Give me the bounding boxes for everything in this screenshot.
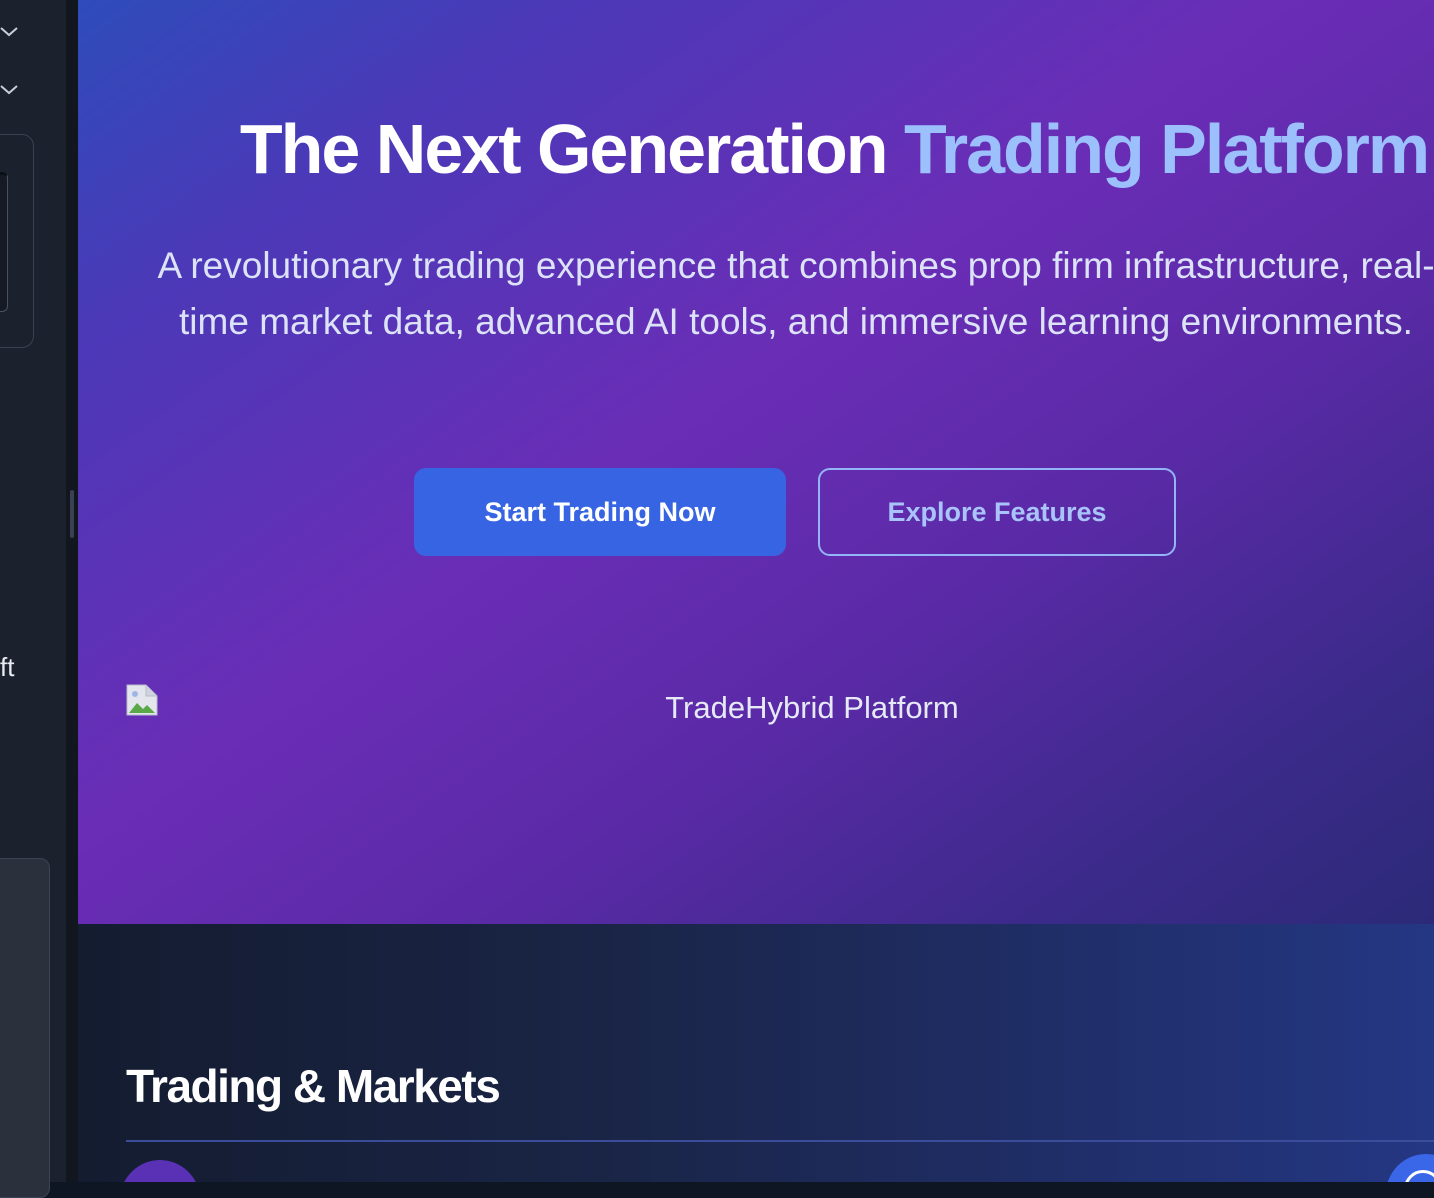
start-trading-button[interactable]: Start Trading Now — [414, 468, 786, 556]
chat-button[interactable] — [1386, 1154, 1434, 1182]
markets-section: Trading & Markets — [78, 924, 1434, 1182]
section-title: Trading & Markets — [126, 1060, 501, 1112]
hero-section: The Next Generation Trading Platform A r… — [78, 0, 1434, 924]
chevron-down-icon[interactable] — [0, 80, 18, 98]
sidebar-preview[interactable] — [0, 172, 8, 312]
platform-image-alt: TradeHybrid Platform — [665, 690, 959, 725]
hero-title-accent: Trading Platform — [903, 110, 1430, 188]
section-divider — [126, 1140, 1434, 1142]
broken-image-icon — [126, 684, 158, 716]
resize-handle[interactable] — [70, 490, 74, 538]
chat-icon — [1404, 1170, 1434, 1182]
sidebar: ft — [0, 0, 66, 1198]
chevron-down-icon[interactable] — [0, 22, 18, 40]
sidebar-partial-label: ft — [0, 652, 15, 682]
hero-title: The Next Generation Trading Platform — [78, 106, 1434, 192]
hero-subtitle: A revolutionary trading experience that … — [157, 245, 1434, 342]
category-icon[interactable] — [120, 1160, 200, 1182]
sidebar-panel — [0, 858, 50, 1198]
sidebar-divider — [66, 0, 78, 1182]
explore-features-button[interactable]: Explore Features — [818, 468, 1176, 556]
hero-title-main: The Next Generation — [239, 110, 904, 188]
